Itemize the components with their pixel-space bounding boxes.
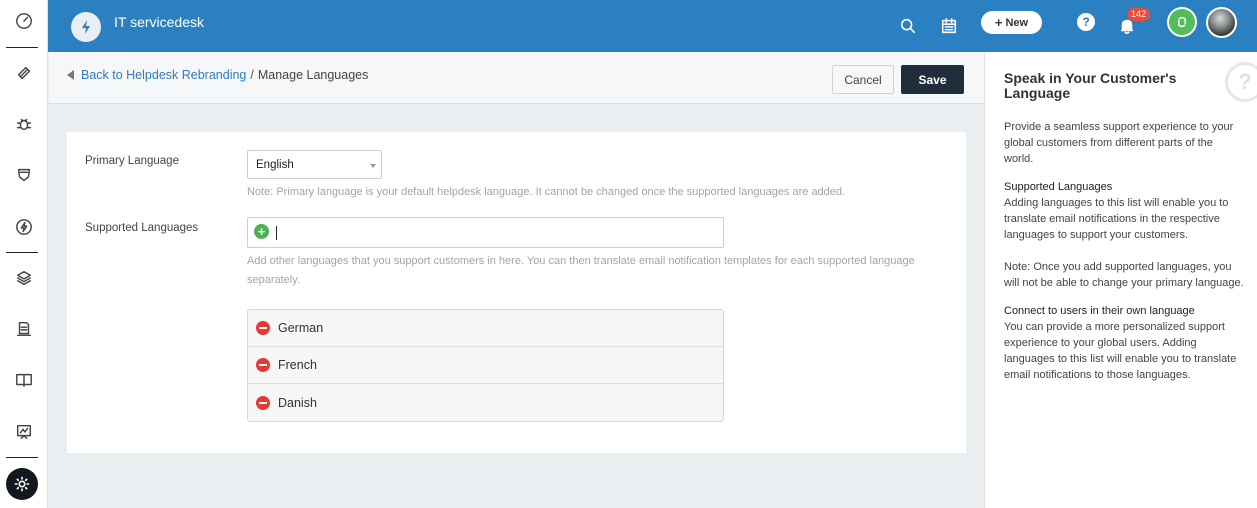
admin-settings-gear-icon[interactable] [6, 468, 38, 500]
breadcrumb-separator: / [250, 68, 254, 82]
help-icon[interactable]: ? [1077, 13, 1095, 31]
supported-languages-label: Supported Languages [85, 222, 199, 234]
app-title: IT servicedesk [114, 14, 204, 30]
left-navigation [0, 0, 48, 508]
remove-language-icon[interactable] [256, 358, 270, 372]
help-sidebar: Speak in Your Customer's Language ? Prov… [984, 52, 1257, 508]
user-avatar[interactable] [1206, 7, 1237, 38]
language-row: German [248, 310, 723, 347]
languages-form-card: Primary Language English Note: Primary l… [67, 132, 966, 453]
top-bar: IT servicedesk + New ? 142 [48, 0, 1257, 52]
plus-icon: + [994, 15, 1003, 30]
supported-languages-input[interactable]: + [247, 217, 724, 248]
language-name: Danish [278, 395, 317, 410]
sidebar-section-body: You can provide a more personalized supp… [1004, 321, 1237, 381]
primary-language-value: English [256, 159, 294, 171]
language-name: German [278, 321, 324, 335]
new-button-label: New [1005, 16, 1029, 29]
changes-shield-icon[interactable] [10, 161, 38, 189]
back-link[interactable]: Back to Helpdesk Rebranding [81, 68, 246, 82]
calendar-icon[interactable] [936, 13, 962, 39]
sidebar-intro: Provide a seamless support experience to… [1004, 121, 1234, 165]
language-name: French [278, 358, 317, 372]
sidebar-section-note: Note: Once you add supported languages, … [1004, 261, 1244, 289]
sidebar-body: Provide a seamless support experience to… [1004, 119, 1244, 395]
breadcrumb: Back to Helpdesk Rebranding / Manage Lan… [67, 68, 368, 82]
add-language-icon[interactable]: + [254, 224, 269, 239]
search-icon[interactable] [895, 13, 921, 39]
page-title: Manage Languages [257, 68, 369, 82]
tickets-icon[interactable] [10, 59, 38, 87]
sidebar-title: Speak in Your Customer's Language [1004, 70, 1177, 101]
releases-bolt-icon[interactable] [10, 213, 38, 241]
sidebar-section-body: Adding languages to this list will enabl… [1004, 197, 1229, 241]
problems-bug-icon[interactable] [10, 110, 38, 138]
primary-language-note: Note: Primary language is your default h… [247, 186, 846, 198]
service-catalog-icon[interactable] [10, 315, 38, 343]
freshworks-apps-icon[interactable] [1167, 7, 1197, 37]
remove-language-icon[interactable] [256, 321, 270, 335]
assets-layers-icon[interactable] [10, 264, 38, 292]
dashboard-icon[interactable] [10, 7, 38, 35]
nav-divider [6, 252, 38, 253]
dropdown-arrow-icon [370, 164, 376, 168]
reports-chart-icon[interactable] [10, 418, 38, 446]
cancel-button[interactable]: Cancel [832, 65, 894, 94]
primary-language-label: Primary Language [85, 155, 179, 167]
text-cursor [276, 226, 277, 240]
notification-count-badge: 142 [1127, 8, 1151, 21]
solutions-book-icon[interactable] [10, 366, 38, 394]
help-question-icon: ? [1225, 62, 1257, 102]
app-logo-bolt-icon [71, 12, 101, 42]
nav-divider [6, 457, 38, 458]
page-header: Back to Helpdesk Rebranding / Manage Lan… [49, 52, 984, 104]
primary-language-select[interactable]: English [247, 150, 382, 179]
language-row: Danish [248, 384, 723, 421]
new-button[interactable]: + New [981, 11, 1042, 34]
supported-languages-note: Add other languages that you support cus… [247, 255, 915, 286]
supported-languages-list: German French Danish [247, 309, 724, 422]
back-arrow-icon[interactable] [67, 70, 74, 80]
nav-divider [6, 47, 38, 48]
remove-language-icon[interactable] [256, 395, 270, 410]
save-button[interactable]: Save [901, 65, 964, 94]
sidebar-section-title: Connect to users in their own language [1004, 305, 1195, 317]
sidebar-section-title: Supported Languages [1004, 181, 1113, 193]
language-row: French [248, 347, 723, 384]
